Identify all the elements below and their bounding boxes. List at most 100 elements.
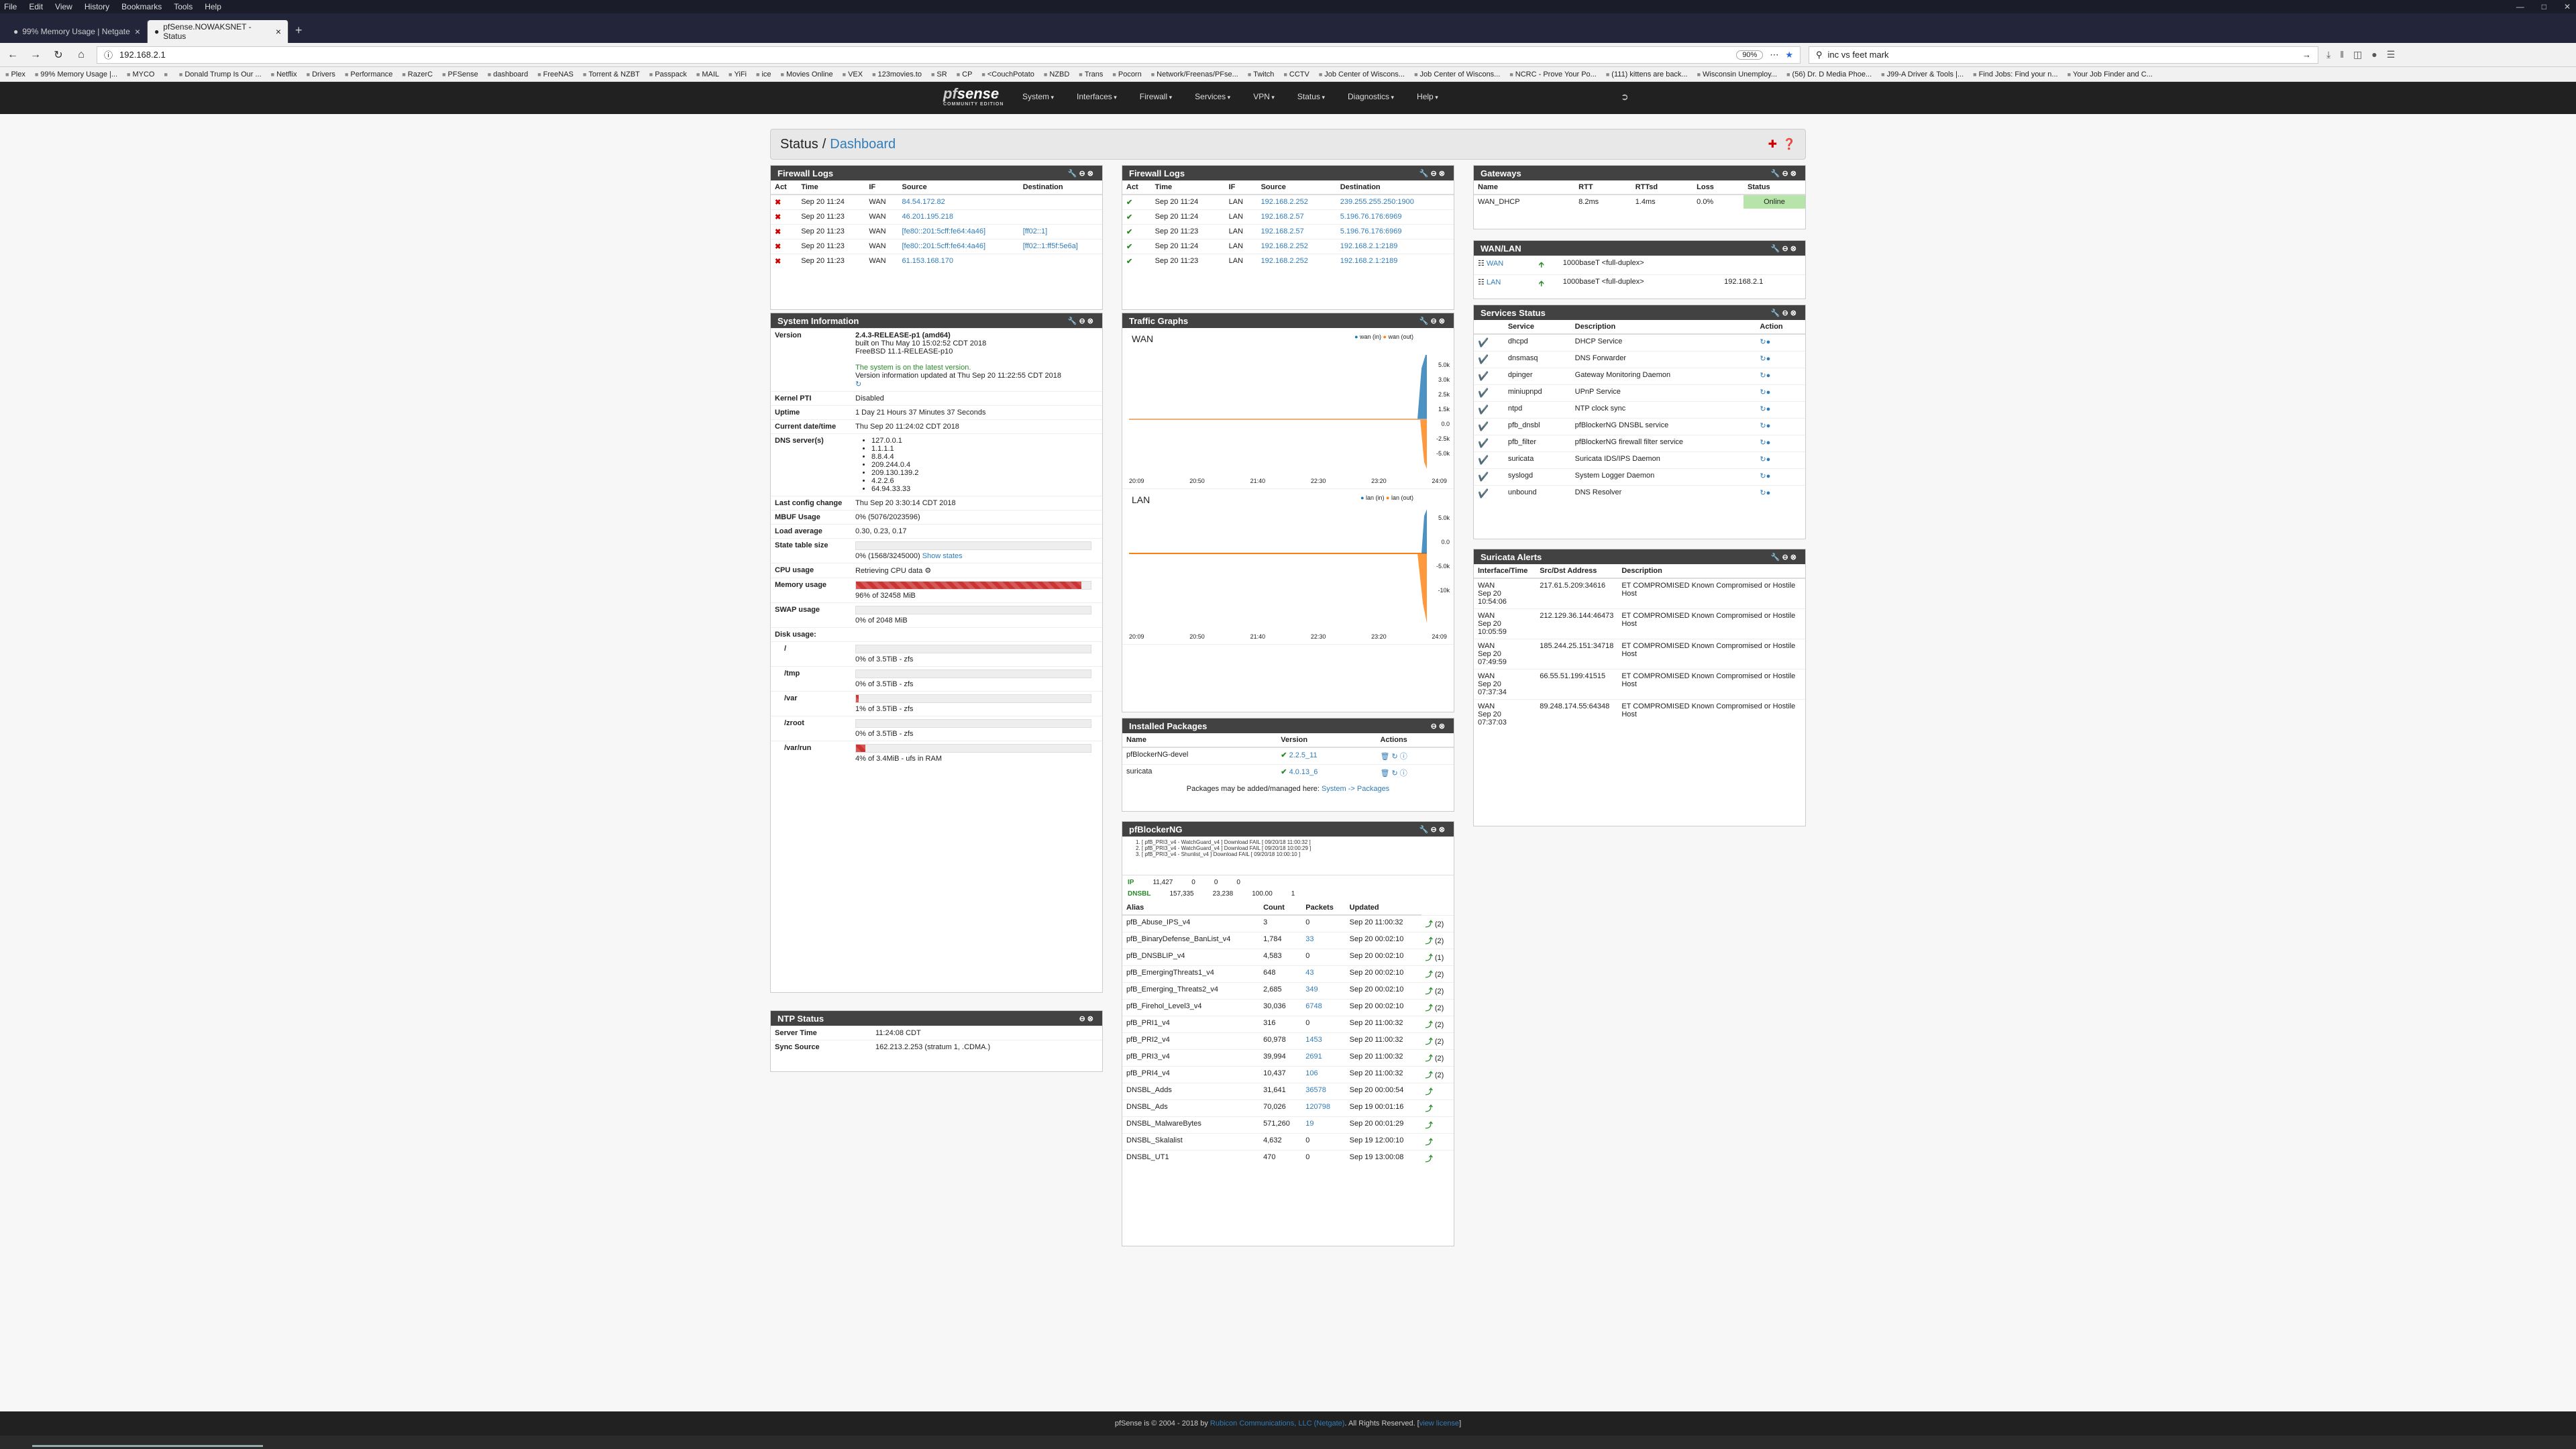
service-actions[interactable]: ↻● — [1756, 333, 1805, 352]
log-destination-text[interactable]: 239.255.255.250:1900 — [1340, 198, 1414, 206]
bookmark-item[interactable]: FreeNAS — [537, 70, 574, 78]
refresh-icon[interactable]: ↻ — [855, 380, 861, 388]
restart-icon[interactable]: ↻ — [1760, 439, 1766, 447]
browser-tab-active[interactable]: ● pfSense.NOWAKSNET - Status × — [148, 20, 288, 43]
panel-controls-icon[interactable]: ⊖⊗ — [1079, 1014, 1095, 1023]
packets-value[interactable]: 33 — [1305, 935, 1313, 943]
account-icon[interactable]: ● — [2371, 49, 2377, 60]
packets-value[interactable]: 106 — [1305, 1069, 1318, 1077]
bookmark-item[interactable]: MAIL — [696, 70, 719, 78]
horizontal-scrollbar[interactable] — [32, 1445, 263, 1447]
service-actions[interactable]: ↻● — [1756, 418, 1805, 435]
nav-menu-status[interactable]: Status — [1297, 92, 1325, 101]
update-icon[interactable]: ⤴ — [1426, 1004, 1435, 1012]
nav-menu-services[interactable]: Services — [1195, 92, 1230, 101]
search-input[interactable]: inc vs feet mark — [1828, 50, 1889, 60]
panel-controls-icon[interactable]: 🔧⊖⊗ — [1419, 317, 1447, 325]
bookmark-item[interactable]: SR — [931, 70, 947, 78]
bookmark-item[interactable]: CP — [957, 70, 972, 78]
footer-netgate-link[interactable]: Rubicon Communications, LLC (Netgate) — [1210, 1419, 1345, 1428]
alias-actions[interactable]: ⤴ (2) — [1421, 1065, 1454, 1083]
menu-file[interactable]: File — [4, 2, 17, 11]
menu-edit[interactable]: Edit — [29, 2, 43, 11]
package-actions[interactable]: 🗑 ↻ ⓘ — [1376, 764, 1454, 781]
interface-name[interactable]: ☷ LAN — [1474, 274, 1535, 293]
library-icon[interactable]: ‖ — [2340, 49, 2344, 60]
add-widget-icon[interactable]: ✚ — [1768, 138, 1777, 151]
restart-icon[interactable]: ↻ — [1760, 422, 1766, 430]
panel-controls-icon[interactable]: 🔧⊖⊗ — [1068, 169, 1095, 178]
bookmark-item[interactable]: dashboard — [488, 70, 528, 78]
panel-controls-icon[interactable]: 🔧⊖⊗ — [1771, 309, 1799, 317]
update-icon[interactable]: ⤴ — [1426, 971, 1435, 979]
update-icon[interactable]: ⤴ — [1426, 987, 1435, 996]
service-actions[interactable]: ↻● — [1756, 368, 1805, 385]
nav-menu-diagnostics[interactable]: Diagnostics — [1348, 92, 1394, 101]
back-icon[interactable]: ← — [5, 49, 20, 61]
update-icon[interactable]: ⤴ — [1426, 1055, 1435, 1063]
bookmark-item[interactable]: RazerC — [402, 70, 433, 78]
close-tab-icon[interactable]: × — [135, 26, 140, 37]
bookmark-item[interactable]: CCTV — [1283, 70, 1309, 78]
service-actions[interactable]: ↻● — [1756, 351, 1805, 368]
sidebar-icon[interactable]: ◫ — [2353, 49, 2362, 60]
new-tab-icon[interactable]: + — [295, 23, 303, 38]
stop-icon[interactable]: ● — [1766, 489, 1771, 497]
stop-icon[interactable]: ● — [1766, 455, 1771, 464]
update-icon[interactable]: ⤴ — [1426, 920, 1435, 928]
bookmark-item[interactable]: Netflix — [271, 70, 297, 78]
alias-actions[interactable]: ⤴ — [1421, 1132, 1454, 1150]
stop-icon[interactable]: ● — [1766, 405, 1771, 413]
alias-actions[interactable]: ⤴ (2) — [1421, 981, 1454, 999]
bookmark-item[interactable]: Job Center of Wiscons... — [1319, 70, 1405, 78]
nav-menu-firewall[interactable]: Firewall — [1140, 92, 1172, 101]
menu-tools[interactable]: Tools — [174, 2, 193, 11]
packages-link[interactable]: System -> Packages — [1322, 785, 1389, 793]
restart-icon[interactable]: ↻ — [1760, 338, 1766, 346]
alias-actions[interactable]: ⤴ (2) — [1421, 1032, 1454, 1049]
alias-actions[interactable]: ⤴ (2) — [1421, 998, 1454, 1016]
bookmark-item[interactable]: Plex — [5, 70, 25, 78]
log-source-text[interactable]: 192.168.2.252 — [1261, 198, 1308, 206]
log-destination-text[interactable]: 5.196.76.176:6969 — [1340, 227, 1402, 235]
packets-value[interactable]: 43 — [1305, 969, 1313, 977]
restart-icon[interactable]: ↻ — [1760, 472, 1766, 480]
log-source[interactable]: 192.168.2.252 — [1256, 194, 1336, 210]
package-actions[interactable]: 🗑 ↻ ⓘ — [1376, 747, 1454, 765]
delete-icon[interactable]: 🗑 — [1380, 769, 1389, 777]
version-link[interactable]: 4.0.13_6 — [1289, 768, 1318, 776]
bookmark-item[interactable]: Network/Freenas/PFse... — [1151, 70, 1238, 78]
packets-value[interactable]: 36578 — [1305, 1086, 1326, 1094]
zoom-badge[interactable]: 90% — [1736, 50, 1764, 60]
maximize-icon[interactable]: □ — [2542, 0, 2546, 13]
service-actions[interactable]: ↻● — [1756, 468, 1805, 486]
bookmark-item[interactable]: Wisconsin Unemploy... — [1697, 70, 1777, 78]
bookmark-item[interactable]: Drivers — [307, 70, 335, 78]
bookmark-item[interactable] — [164, 70, 169, 78]
show-states-link[interactable]: Show states — [922, 552, 963, 560]
menu-history[interactable]: History — [85, 2, 109, 11]
interface-link[interactable]: WAN — [1487, 260, 1503, 268]
search-go-icon[interactable]: → — [2302, 50, 2311, 60]
close-tab-icon[interactable]: × — [276, 26, 281, 37]
restart-icon[interactable]: ↻ — [1760, 388, 1766, 396]
pfblocker-error-log[interactable]: 1. [ pfB_PRI3_v4 - WatchGuard_v4 ] Downl… — [1122, 837, 1454, 875]
update-icon[interactable]: ⤴ — [1426, 1122, 1433, 1130]
log-destination[interactable]: 192.168.2.1:2189 — [1336, 254, 1454, 268]
stop-icon[interactable]: ● — [1766, 422, 1771, 430]
menu-view[interactable]: View — [55, 2, 72, 11]
packets-value[interactable]: 6748 — [1305, 1002, 1322, 1010]
version-link[interactable]: 2.2.5_11 — [1289, 751, 1318, 759]
log-destination[interactable]: 239.255.255.250:1900 — [1336, 194, 1454, 210]
search-bar[interactable]: ⚲ inc vs feet mark → — [1809, 46, 2318, 64]
info-icon[interactable]: ⓘ — [104, 48, 113, 61]
log-source[interactable]: [fe80::201:5cff:fe64:4a46] — [898, 239, 1019, 254]
bookmark-item[interactable]: ice — [756, 70, 771, 78]
log-destination[interactable]: 5.196.76.176:6969 — [1336, 224, 1454, 239]
panel-controls-icon[interactable]: 🔧⊖⊗ — [1771, 169, 1799, 178]
log-source-text[interactable]: [fe80::201:5cff:fe64:4a46] — [902, 227, 986, 235]
bookmark-star-icon[interactable]: ★ — [1785, 50, 1793, 60]
bookmark-item[interactable]: Trans — [1079, 70, 1104, 78]
log-destination-text[interactable]: 192.168.2.1:2189 — [1340, 242, 1398, 250]
restart-icon[interactable]: ↻ — [1760, 355, 1766, 363]
